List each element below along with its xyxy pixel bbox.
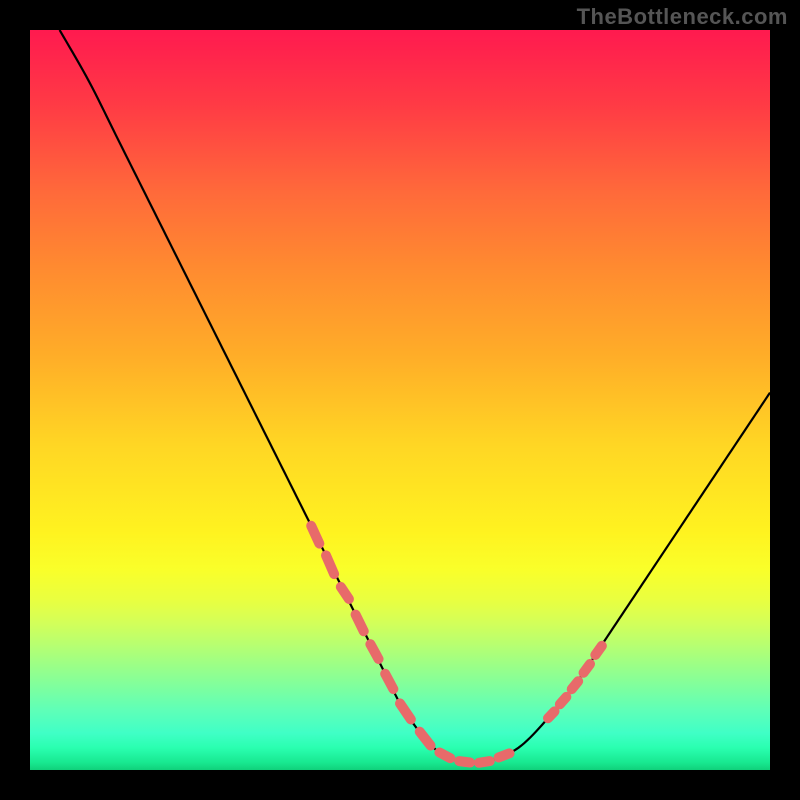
highlight-dash [584, 664, 591, 673]
plot-area [30, 30, 770, 770]
highlight-dash [439, 752, 450, 758]
highlight-dash [595, 646, 602, 655]
highlight-dash [356, 615, 364, 632]
highlight-dash [572, 681, 579, 689]
highlight-dash [479, 761, 490, 763]
highlight-dash [499, 753, 510, 757]
highlight-dash [400, 703, 411, 719]
highlight-dash [385, 674, 393, 689]
curve-svg [30, 30, 770, 770]
watermark-text: TheBottleneck.com [577, 4, 788, 30]
highlight-dash [560, 697, 567, 704]
highlight-dash [548, 711, 555, 718]
highlight-dash [370, 644, 378, 659]
highlight-dash [420, 732, 431, 746]
highlight-dash [326, 555, 334, 574]
bottleneck-curve [60, 30, 770, 763]
highlight-dash [311, 526, 319, 544]
chart-container: TheBottleneck.com [0, 0, 800, 800]
highlight-dash [459, 761, 470, 762]
highlight-dash [341, 587, 349, 599]
